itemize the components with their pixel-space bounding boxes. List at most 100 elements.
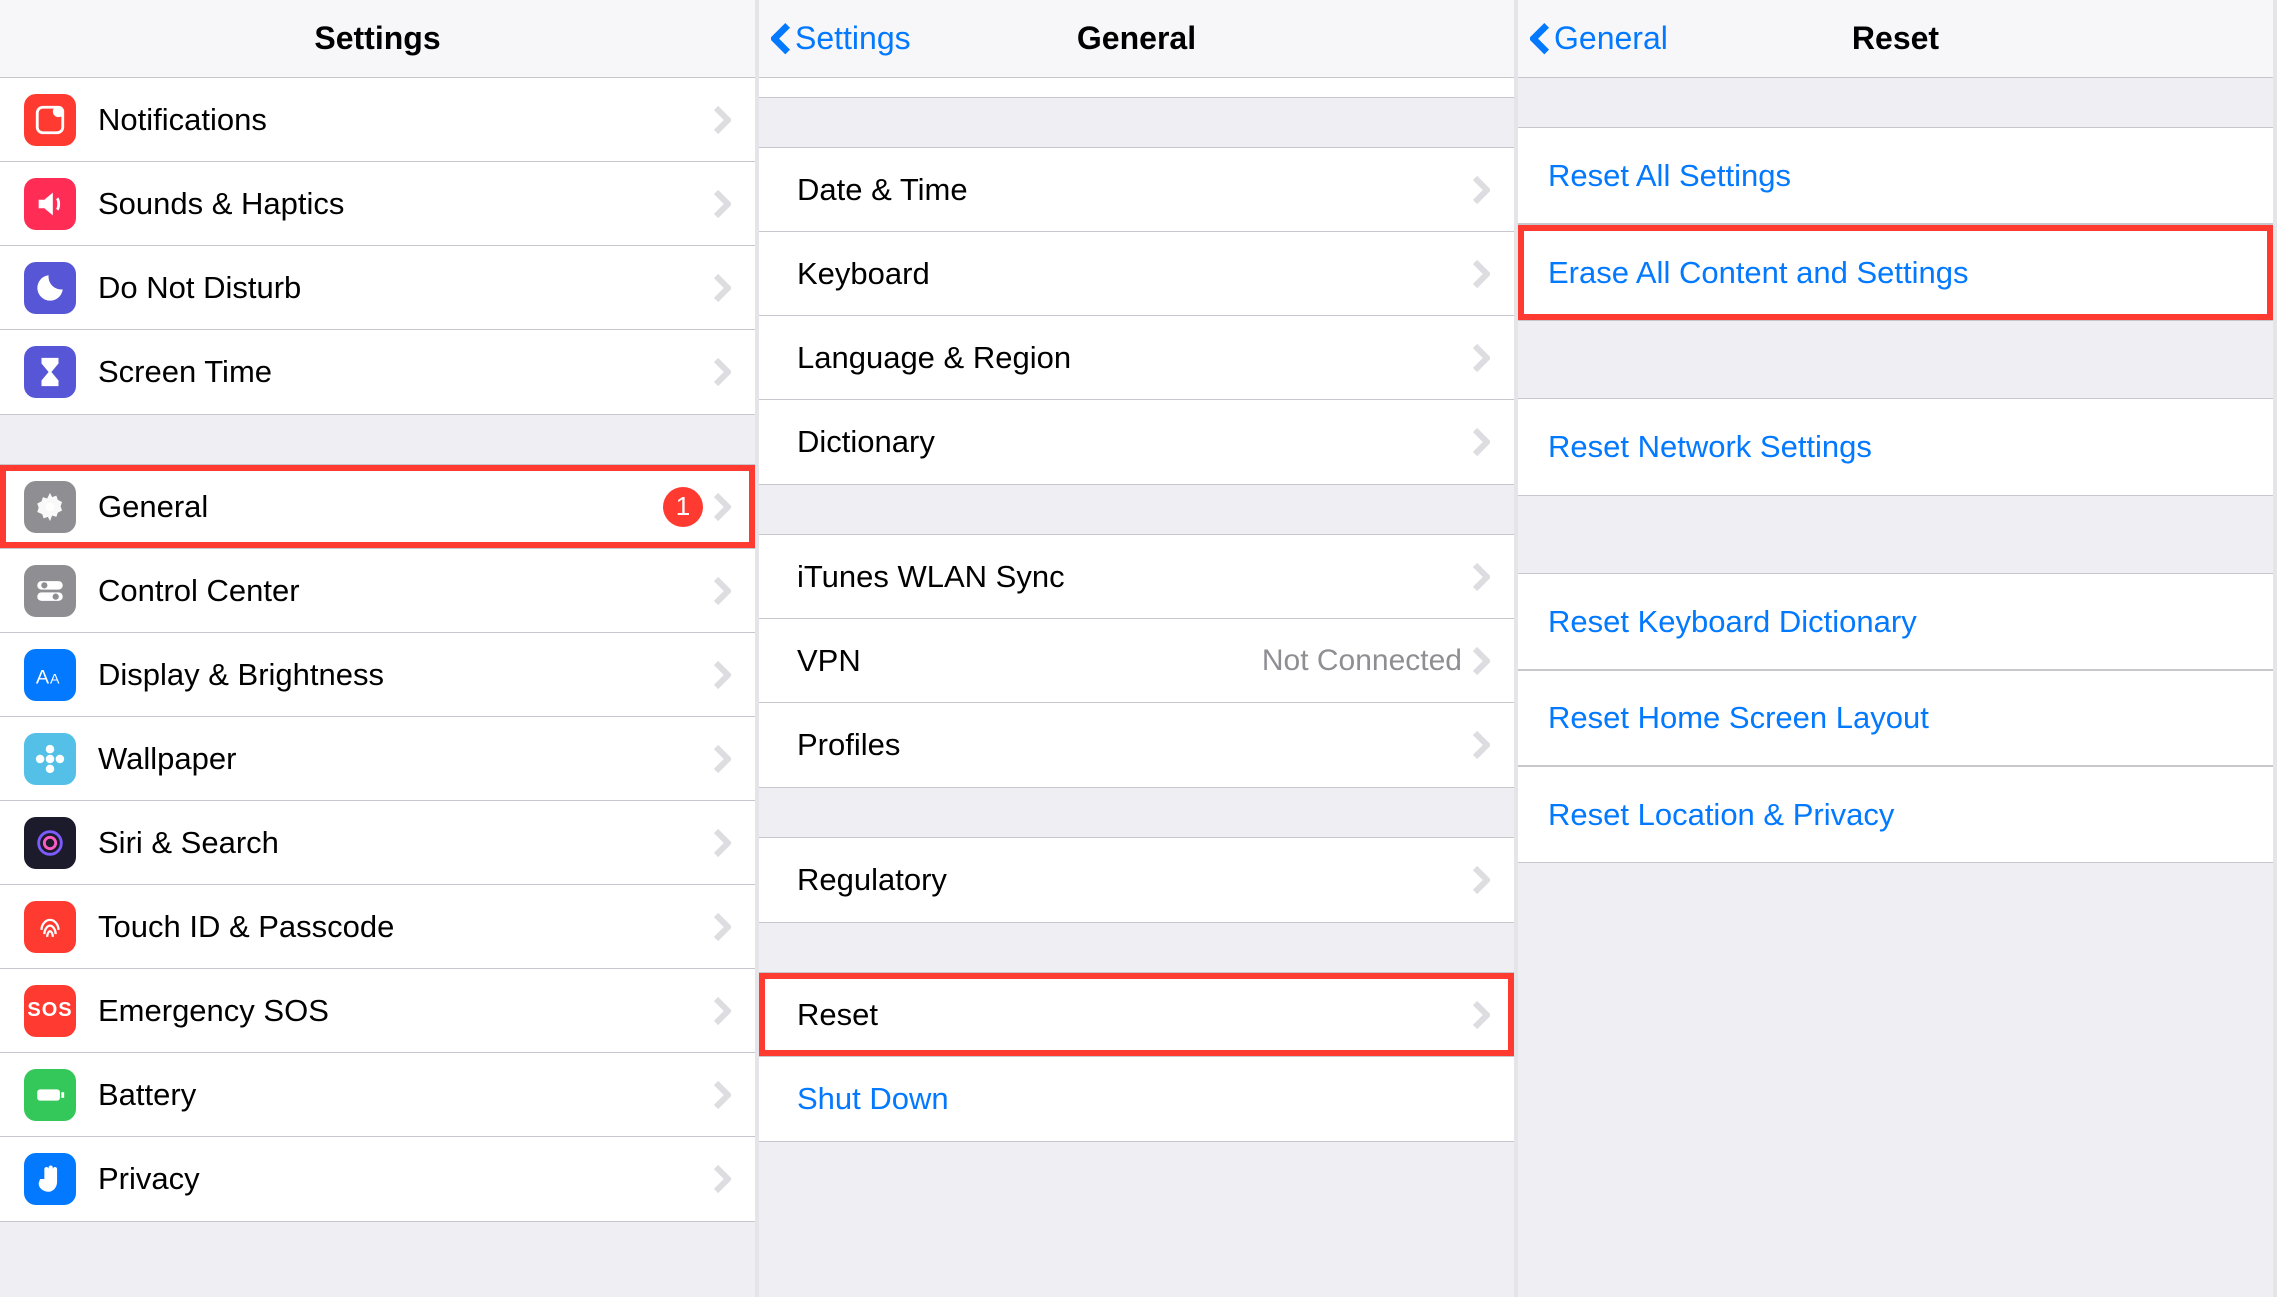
hand-icon xyxy=(24,1153,76,1205)
cell-touchid[interactable]: Touch ID & Passcode xyxy=(0,885,755,969)
general-group-sync: iTunes WLAN Sync VPN Not Connected Profi… xyxy=(759,534,1514,788)
cell-itunes-wlan-sync[interactable]: iTunes WLAN Sync xyxy=(759,535,1514,619)
toggles-icon xyxy=(24,565,76,617)
general-group-reset: Reset Shut Down xyxy=(759,972,1514,1142)
cell-label: Notifications xyxy=(98,102,713,138)
cell-dictionary[interactable]: Dictionary xyxy=(759,400,1514,484)
cell-dnd[interactable]: Do Not Disturb xyxy=(0,246,755,330)
group-gap xyxy=(1518,78,2273,128)
notifications-icon xyxy=(24,94,76,146)
cell-label: Shut Down xyxy=(797,1081,1490,1117)
sounds-icon xyxy=(24,178,76,230)
cell-label: Display & Brightness xyxy=(98,657,713,693)
group-gap xyxy=(0,415,755,465)
group-gap xyxy=(759,485,1514,535)
chevron-right-icon xyxy=(713,189,731,219)
cell-privacy[interactable]: Privacy xyxy=(0,1137,755,1221)
chevron-left-icon xyxy=(1530,22,1550,56)
reset-group-3: Reset Keyboard Dictionary Reset Home Scr… xyxy=(1518,573,2273,863)
cell-label: Sounds & Haptics xyxy=(98,186,713,222)
cell-label: Dictionary xyxy=(797,424,1472,460)
cell-control-center[interactable]: Control Center xyxy=(0,549,755,633)
cell-label: Language & Region xyxy=(797,340,1472,376)
group-gap xyxy=(759,788,1514,838)
cell-reset-keyboard[interactable]: Reset Keyboard Dictionary xyxy=(1518,574,2273,670)
chevron-right-icon xyxy=(713,105,731,135)
text-size-icon: AA xyxy=(24,649,76,701)
chevron-right-icon xyxy=(1472,1000,1490,1030)
cell-label: iTunes WLAN Sync xyxy=(797,559,1472,595)
cell-wallpaper[interactable]: Wallpaper xyxy=(0,717,755,801)
fingerprint-icon xyxy=(24,901,76,953)
chevron-right-icon xyxy=(1472,730,1490,760)
chevron-right-icon xyxy=(713,357,731,387)
svg-text:A: A xyxy=(50,671,60,687)
cell-regulatory[interactable]: Regulatory xyxy=(759,838,1514,922)
cell-label: Siri & Search xyxy=(98,825,713,861)
cell-datetime[interactable]: Date & Time xyxy=(759,148,1514,232)
truncated-row[interactable] xyxy=(759,78,1514,97)
cell-display[interactable]: AA Display & Brightness xyxy=(0,633,755,717)
sos-icon: SOS xyxy=(24,985,76,1037)
siri-icon xyxy=(24,817,76,869)
cell-label: Privacy xyxy=(98,1161,713,1197)
cell-label: Date & Time xyxy=(797,172,1472,208)
cell-general[interactable]: General 1 xyxy=(0,465,755,549)
cell-vpn[interactable]: VPN Not Connected xyxy=(759,619,1514,703)
chevron-right-icon xyxy=(713,492,731,522)
cell-label: Wallpaper xyxy=(98,741,713,777)
chevron-right-icon xyxy=(713,1164,731,1194)
chevron-right-icon xyxy=(1472,259,1490,289)
cell-reset-location[interactable]: Reset Location & Privacy xyxy=(1518,766,2273,862)
battery-icon xyxy=(24,1069,76,1121)
cell-label: Screen Time xyxy=(98,354,713,390)
general-group-regulatory: Regulatory xyxy=(759,837,1514,923)
group-gap xyxy=(759,98,1514,148)
cell-erase-all-content[interactable]: Erase All Content and Settings xyxy=(1518,224,2273,320)
cell-screentime[interactable]: Screen Time xyxy=(0,330,755,414)
cell-label: VPN xyxy=(797,643,1262,679)
cell-reset-all-settings[interactable]: Reset All Settings xyxy=(1518,128,2273,224)
settings-scroll[interactable]: Notifications Sounds & Haptics Do Not Di… xyxy=(0,78,755,1297)
reset-scroll[interactable]: Reset All Settings Erase All Content and… xyxy=(1518,78,2273,1297)
cell-sounds[interactable]: Sounds & Haptics xyxy=(0,162,755,246)
back-button[interactable]: Settings xyxy=(771,20,911,57)
back-button[interactable]: General xyxy=(1530,20,1668,57)
gear-icon xyxy=(24,481,76,533)
cell-keyboard[interactable]: Keyboard xyxy=(759,232,1514,316)
chevron-right-icon xyxy=(1472,562,1490,592)
moon-icon xyxy=(24,262,76,314)
group-gap xyxy=(1518,496,2273,574)
bottom-spacer xyxy=(1518,863,2273,1297)
settings-group-2: General 1 Control Center AA Display & Br… xyxy=(0,464,755,1222)
chevron-left-icon xyxy=(771,22,791,56)
navbar-settings: Settings xyxy=(0,0,755,78)
chevron-right-icon xyxy=(713,576,731,606)
back-label: Settings xyxy=(795,20,911,57)
cell-notifications[interactable]: Notifications xyxy=(0,78,755,162)
chevron-right-icon xyxy=(713,744,731,774)
svg-text:A: A xyxy=(36,666,50,688)
cell-label: Reset Location & Privacy xyxy=(1548,797,2249,833)
chevron-right-icon xyxy=(1472,78,1490,102)
navbar-title: Settings xyxy=(314,20,440,57)
cell-profiles[interactable]: Profiles xyxy=(759,703,1514,787)
navbar-reset: General Reset xyxy=(1518,0,2273,78)
cell-reset[interactable]: Reset xyxy=(759,973,1514,1057)
cell-reset-home[interactable]: Reset Home Screen Layout xyxy=(1518,670,2273,766)
general-scroll[interactable]: Date & Time Keyboard Language & Region D… xyxy=(759,78,1514,1297)
cell-battery[interactable]: Battery xyxy=(0,1053,755,1137)
cell-label: Do Not Disturb xyxy=(98,270,713,306)
cell-shutdown[interactable]: Shut Down xyxy=(759,1057,1514,1141)
cell-detail: Not Connected xyxy=(1262,644,1462,678)
cell-label: Regulatory xyxy=(797,862,1472,898)
cell-label: Control Center xyxy=(98,573,713,609)
chevron-right-icon xyxy=(713,996,731,1026)
cell-reset-network[interactable]: Reset Network Settings xyxy=(1518,399,2273,495)
cell-sos[interactable]: SOS Emergency SOS xyxy=(0,969,755,1053)
group-gap xyxy=(1518,321,2273,399)
cell-language-region[interactable]: Language & Region xyxy=(759,316,1514,400)
chevron-right-icon xyxy=(713,660,731,690)
cell-siri[interactable]: Siri & Search xyxy=(0,801,755,885)
group-gap xyxy=(759,923,1514,973)
